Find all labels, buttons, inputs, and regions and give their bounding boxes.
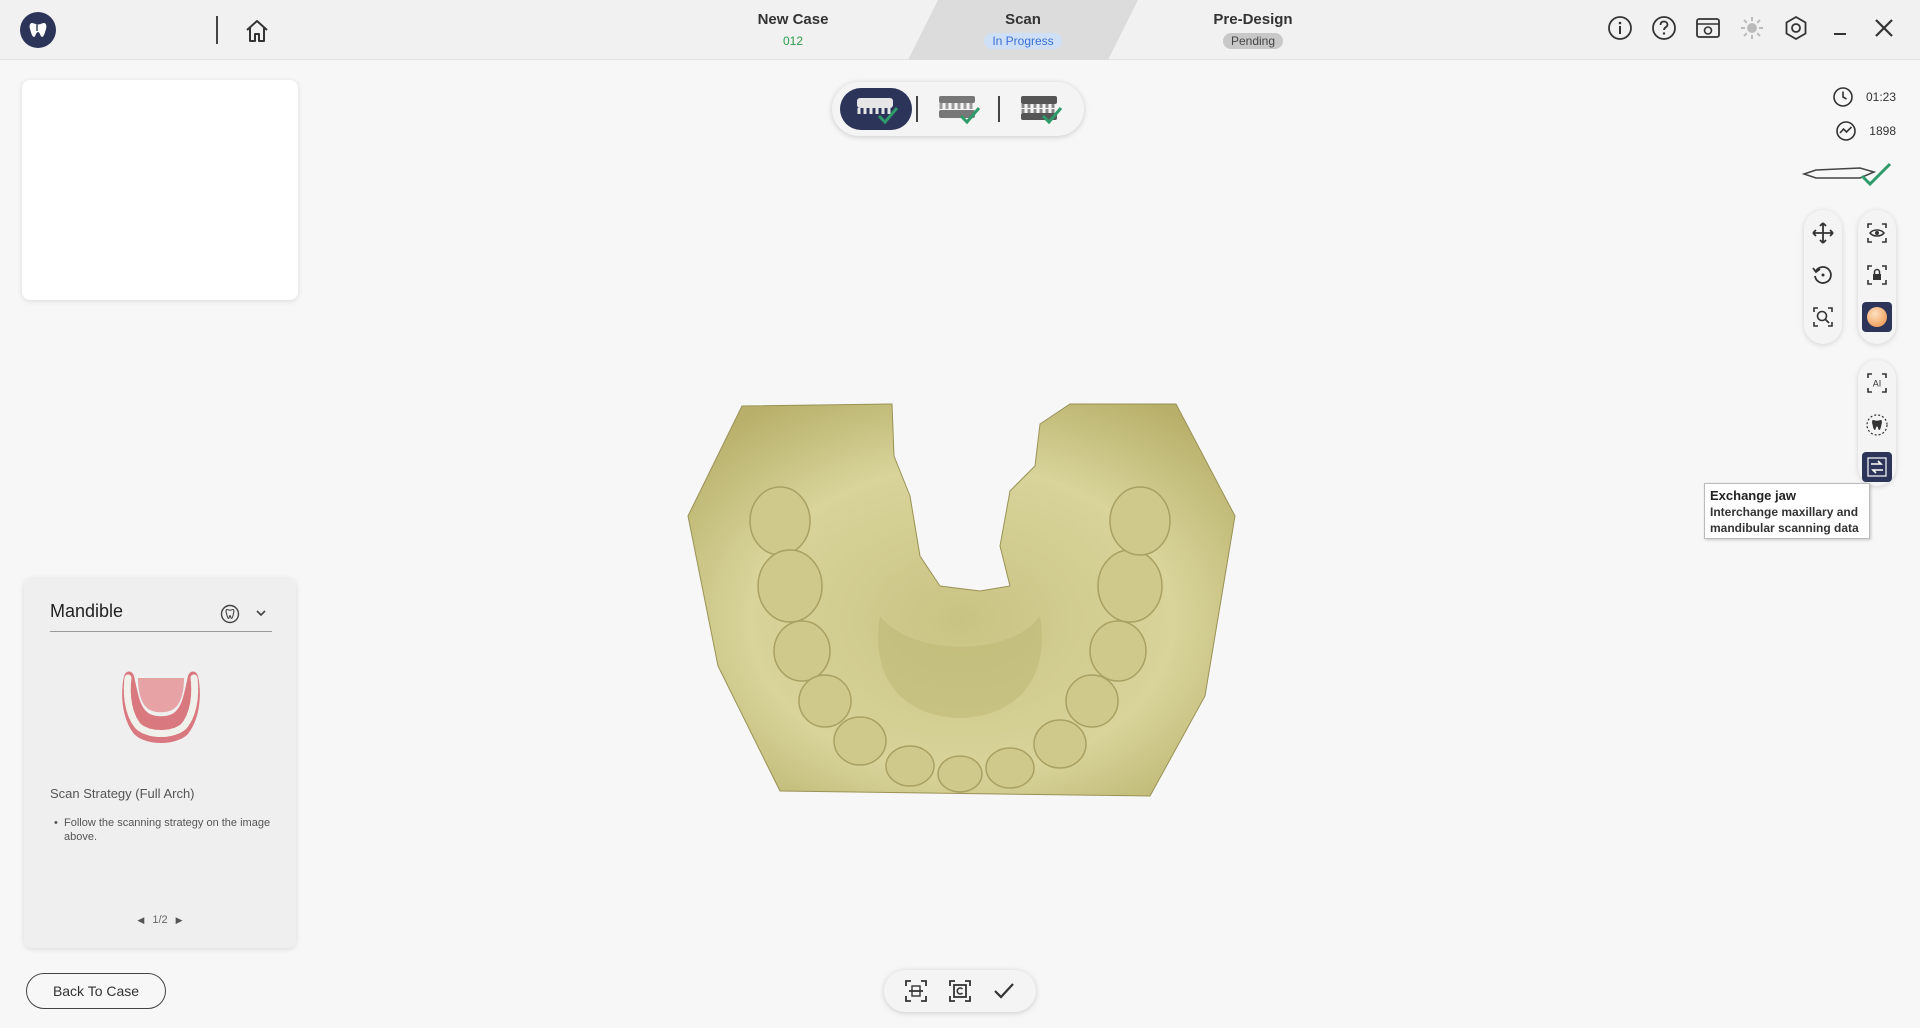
status-badge: In Progress: [984, 33, 1061, 49]
home-icon[interactable]: [242, 16, 272, 46]
mandible-jaw-button[interactable]: [922, 88, 994, 130]
frame-count: 1898: [1835, 120, 1896, 142]
top-bar: New Case 012 Scan In Progress Pre-Design…: [0, 0, 1920, 60]
step-title: New Case: [757, 11, 829, 28]
view-tools: [1804, 210, 1842, 344]
exchange-jaw-tooltip: Exchange jaw Interchange maxillary and m…: [1704, 483, 1870, 539]
exchange-jaw-icon: [1867, 457, 1887, 477]
rotate-icon[interactable]: [1808, 260, 1838, 290]
workflow-steps: New Case 012 Scan In Progress Pre-Design…: [668, 0, 1378, 60]
confirm-check-icon[interactable]: [987, 974, 1021, 1008]
jaw-title: Mandible: [50, 601, 124, 621]
zoom-icon[interactable]: [1808, 302, 1838, 332]
back-to-case-button[interactable]: Back To Case: [26, 973, 166, 1009]
scan-area-icon[interactable]: [899, 974, 933, 1008]
pager-prev-icon[interactable]: ◀: [137, 915, 144, 926]
color-texture-icon[interactable]: [1862, 302, 1892, 332]
step-title: Scan: [1005, 11, 1041, 28]
display-tools: [1858, 210, 1896, 344]
view-visibility-icon[interactable]: [1862, 218, 1892, 248]
tooltip-title: Exchange jaw: [1710, 488, 1796, 503]
help-icon[interactable]: [1650, 14, 1678, 42]
status-badge: Pending: [1222, 33, 1284, 49]
lock-view-icon[interactable]: [1862, 260, 1892, 290]
pan-icon[interactable]: [1808, 218, 1838, 248]
chevron-down-icon[interactable]: [254, 606, 268, 620]
scan-3d-model[interactable]: [680, 396, 1240, 806]
tooltip-description: Interchange maxillary and mandibular sca…: [1710, 505, 1859, 535]
step-pre-design[interactable]: Pre-Design Pending: [1128, 0, 1378, 60]
page-indicator: 1/2: [152, 914, 168, 926]
mandible-icon: [939, 96, 981, 125]
step-scan[interactable]: Scan In Progress: [908, 0, 1138, 60]
toggle-divider: [916, 96, 918, 122]
bite-icon: [1021, 96, 1063, 125]
guide-header[interactable]: Mandible: [50, 592, 272, 632]
settings-icon[interactable]: [1782, 14, 1810, 42]
scan-time: 01:23: [1832, 86, 1896, 108]
step-title: Pre-Design: [1213, 11, 1293, 28]
header-divider: [216, 16, 218, 44]
window-controls: [1606, 14, 1898, 42]
svg-text:AI: AI: [1873, 379, 1882, 389]
scanner-probe-icon: [1801, 160, 1894, 188]
mandible-jaw-icon: [116, 664, 206, 746]
capture-icon[interactable]: [943, 974, 977, 1008]
toggle-divider: [998, 96, 1000, 122]
case-number-badge: 012: [782, 34, 804, 48]
tooth-icon[interactable]: [220, 604, 240, 624]
exchange-jaw-button[interactable]: [1862, 452, 1892, 482]
scan-guide-panel: Mandible Scan Strategy (Full Arch) Follo…: [24, 578, 296, 948]
camera-preview-panel: [22, 80, 298, 300]
bite-jaw-button[interactable]: [1004, 88, 1076, 130]
maxilla-icon: [857, 98, 899, 125]
ai-tools: AI: [1858, 360, 1896, 486]
scan-action-bar: [884, 970, 1036, 1012]
scan-strategy-text: Follow the scanning strategy on the imag…: [54, 816, 274, 844]
brightness-icon[interactable]: [1738, 14, 1766, 42]
step-new-case[interactable]: New Case 012: [668, 0, 918, 60]
close-icon[interactable]: [1870, 14, 1898, 42]
frames-value: 1898: [1869, 124, 1896, 138]
scan-strategy-title: Scan Strategy (Full Arch): [50, 786, 195, 801]
activity-icon: [1836, 121, 1857, 141]
ai-scan-icon[interactable]: AI: [1862, 368, 1892, 398]
clock-icon: [1833, 87, 1853, 107]
screen-record-icon[interactable]: [1694, 14, 1722, 42]
time-value: 01:23: [1865, 90, 1896, 104]
pager-next-icon[interactable]: ▶: [176, 915, 183, 926]
tooth-detect-icon[interactable]: [1862, 410, 1892, 440]
jaw-selector: [832, 82, 1084, 136]
info-icon[interactable]: [1606, 14, 1634, 42]
maxilla-jaw-button[interactable]: [840, 88, 912, 130]
minimize-icon[interactable]: [1826, 14, 1854, 42]
app-logo-icon: [20, 12, 56, 48]
guide-pager: ◀ 1/2 ▶: [24, 914, 296, 926]
